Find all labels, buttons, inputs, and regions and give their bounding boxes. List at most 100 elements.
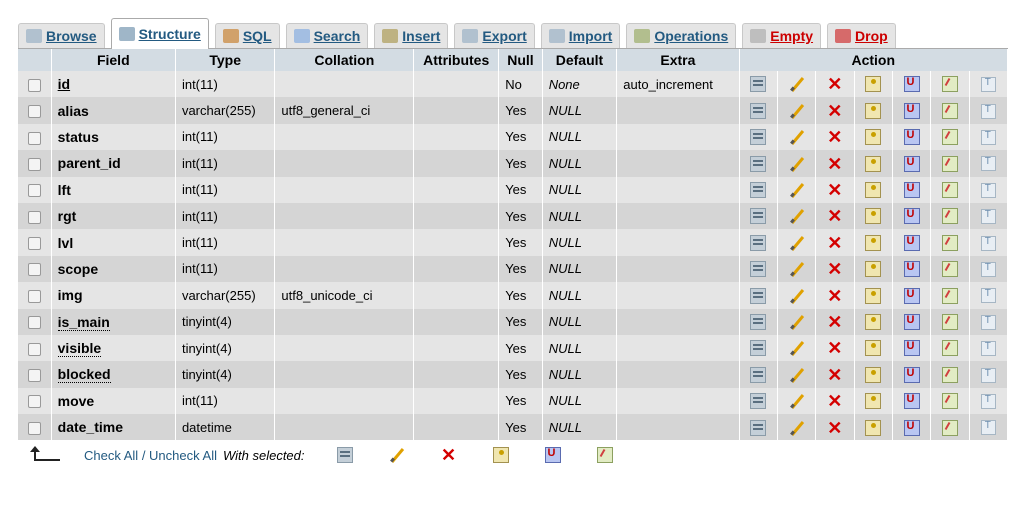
unique-icon[interactable] bbox=[903, 393, 920, 410]
edit-icon[interactable] bbox=[789, 340, 805, 356]
unique-icon[interactable] bbox=[903, 261, 920, 278]
index-icon[interactable] bbox=[941, 340, 958, 357]
tab-sql[interactable]: SQL bbox=[214, 23, 280, 48]
tab-drop[interactable]: Drop bbox=[827, 23, 896, 48]
edit-icon[interactable] bbox=[789, 235, 805, 251]
drop-icon[interactable]: ✕ bbox=[827, 234, 843, 252]
primary-key-icon[interactable] bbox=[865, 102, 882, 119]
tab-empty[interactable]: Empty bbox=[742, 23, 822, 48]
drop-icon[interactable]: ✕ bbox=[827, 260, 843, 278]
primary-key-icon[interactable] bbox=[865, 208, 882, 225]
browse-icon[interactable] bbox=[750, 261, 767, 278]
fulltext-icon[interactable] bbox=[980, 209, 996, 225]
browse-icon[interactable] bbox=[750, 287, 767, 304]
row-checkbox[interactable] bbox=[27, 184, 41, 198]
row-checkbox[interactable] bbox=[27, 78, 41, 92]
fulltext-icon[interactable] bbox=[980, 341, 996, 357]
browse-icon[interactable] bbox=[750, 208, 767, 225]
fulltext-icon[interactable] bbox=[980, 103, 996, 119]
fulltext-icon[interactable] bbox=[980, 420, 996, 436]
edit-icon[interactable] bbox=[789, 76, 805, 92]
tab-export[interactable]: Export bbox=[454, 23, 535, 48]
row-checkbox[interactable] bbox=[27, 421, 41, 435]
fulltext-icon[interactable] bbox=[980, 314, 996, 330]
row-checkbox[interactable] bbox=[27, 289, 41, 303]
edit-icon[interactable] bbox=[389, 447, 405, 463]
index-icon[interactable] bbox=[941, 182, 958, 199]
index-icon[interactable] bbox=[941, 419, 958, 436]
unique-icon[interactable] bbox=[903, 102, 920, 119]
unique-icon[interactable] bbox=[903, 287, 920, 304]
index-icon[interactable] bbox=[941, 76, 958, 93]
browse-icon[interactable] bbox=[750, 76, 767, 93]
browse-icon[interactable] bbox=[750, 129, 767, 146]
row-checkbox[interactable] bbox=[27, 395, 41, 409]
browse-icon[interactable] bbox=[750, 419, 767, 436]
browse-icon[interactable] bbox=[750, 393, 767, 410]
edit-icon[interactable] bbox=[789, 129, 805, 145]
row-checkbox[interactable] bbox=[27, 157, 41, 171]
fulltext-icon[interactable] bbox=[980, 77, 996, 93]
browse-icon[interactable] bbox=[750, 182, 767, 199]
check-all-link[interactable]: Check All bbox=[84, 448, 138, 463]
drop-icon[interactable]: ✕ bbox=[827, 366, 843, 384]
browse-icon[interactable] bbox=[750, 313, 767, 330]
primary-key-icon[interactable] bbox=[865, 287, 882, 304]
index-icon[interactable] bbox=[941, 234, 958, 251]
row-checkbox[interactable] bbox=[27, 210, 41, 224]
row-checkbox[interactable] bbox=[27, 237, 41, 251]
index-icon[interactable] bbox=[941, 155, 958, 172]
fulltext-icon[interactable] bbox=[980, 261, 996, 277]
row-checkbox[interactable] bbox=[27, 105, 41, 119]
index-icon[interactable] bbox=[941, 261, 958, 278]
fulltext-icon[interactable] bbox=[980, 235, 996, 251]
drop-icon[interactable]: ✕ bbox=[827, 128, 843, 146]
primary-key-icon[interactable] bbox=[865, 366, 882, 383]
unique-icon[interactable] bbox=[903, 366, 920, 383]
index-icon[interactable] bbox=[596, 447, 613, 464]
tab-operations[interactable]: Operations bbox=[626, 23, 737, 48]
primary-key-icon[interactable] bbox=[865, 155, 882, 172]
unique-icon[interactable] bbox=[903, 155, 920, 172]
unique-icon[interactable] bbox=[544, 447, 561, 464]
drop-icon[interactable]: ✕ bbox=[827, 287, 843, 305]
primary-key-icon[interactable] bbox=[865, 313, 882, 330]
row-checkbox[interactable] bbox=[27, 342, 41, 356]
tab-search[interactable]: Search bbox=[285, 23, 369, 48]
drop-icon[interactable]: ✕ bbox=[827, 419, 843, 437]
primary-key-icon[interactable] bbox=[865, 419, 882, 436]
browse-icon[interactable] bbox=[750, 234, 767, 251]
primary-key-icon[interactable] bbox=[865, 340, 882, 357]
row-checkbox[interactable] bbox=[27, 263, 41, 277]
index-icon[interactable] bbox=[941, 313, 958, 330]
primary-key-icon[interactable] bbox=[865, 261, 882, 278]
primary-key-icon[interactable] bbox=[492, 447, 509, 464]
fulltext-icon[interactable] bbox=[980, 393, 996, 409]
index-icon[interactable] bbox=[941, 208, 958, 225]
browse-icon[interactable] bbox=[750, 340, 767, 357]
browse-icon[interactable] bbox=[750, 102, 767, 119]
browse-icon[interactable] bbox=[750, 366, 767, 383]
edit-icon[interactable] bbox=[789, 103, 805, 119]
unique-icon[interactable] bbox=[903, 419, 920, 436]
tab-insert[interactable]: Insert bbox=[374, 23, 449, 48]
row-checkbox[interactable] bbox=[27, 131, 41, 145]
row-checkbox[interactable] bbox=[27, 316, 41, 330]
tab-browse[interactable]: Browse bbox=[18, 23, 105, 48]
unique-icon[interactable] bbox=[903, 340, 920, 357]
edit-icon[interactable] bbox=[789, 367, 805, 383]
index-icon[interactable] bbox=[941, 129, 958, 146]
drop-icon[interactable]: ✕ bbox=[827, 75, 843, 93]
browse-icon[interactable] bbox=[750, 155, 767, 172]
tab-structure[interactable]: Structure bbox=[110, 18, 209, 49]
fulltext-icon[interactable] bbox=[980, 182, 996, 198]
browse-icon[interactable] bbox=[336, 447, 353, 464]
drop-icon[interactable]: ✕ bbox=[827, 392, 843, 410]
edit-icon[interactable] bbox=[789, 288, 805, 304]
primary-key-icon[interactable] bbox=[865, 234, 882, 251]
edit-icon[interactable] bbox=[789, 182, 805, 198]
row-checkbox[interactable] bbox=[27, 369, 41, 383]
unique-icon[interactable] bbox=[903, 234, 920, 251]
primary-key-icon[interactable] bbox=[865, 129, 882, 146]
index-icon[interactable] bbox=[941, 102, 958, 119]
